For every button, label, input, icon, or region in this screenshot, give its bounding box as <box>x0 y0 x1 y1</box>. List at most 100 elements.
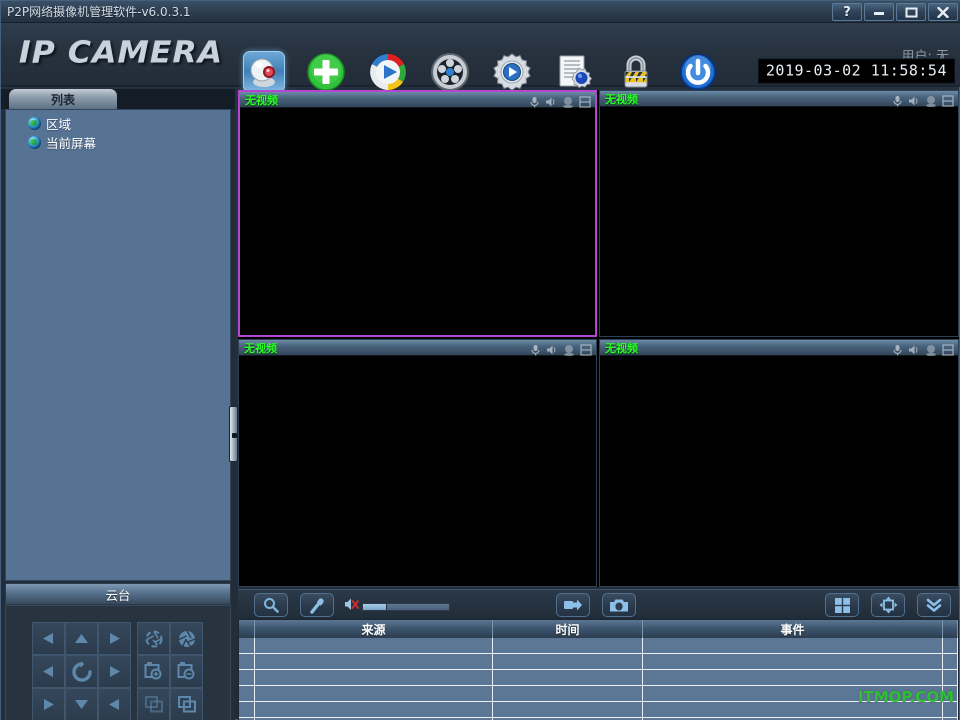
video-cell-1[interactable]: 无视频 <box>238 90 597 337</box>
video-cell-title: 无视频 <box>245 93 278 107</box>
clock-display: 2019-03-02 11:58:54 <box>757 58 955 84</box>
tree-item-current-screen[interactable]: 当前屏幕 <box>12 133 230 152</box>
video-cell-title: 无视频 <box>605 341 638 355</box>
iris-open-button[interactable] <box>137 622 170 655</box>
video-cell-canvas[interactable] <box>600 107 958 336</box>
record-button[interactable] <box>556 593 590 617</box>
table-row[interactable] <box>239 654 958 670</box>
video-cell-canvas[interactable] <box>240 108 595 335</box>
ptz-section-header[interactable]: 云台 <box>5 583 231 605</box>
volume-slider[interactable] <box>362 602 450 611</box>
video-cell-header: 无视频 <box>600 340 958 357</box>
table-row[interactable] <box>239 702 958 718</box>
log-list-icon[interactable] <box>553 51 595 93</box>
ptz-down-right[interactable] <box>98 688 131 720</box>
ptz-left[interactable] <box>32 655 65 688</box>
window-controls: ? <box>832 3 958 21</box>
snapshot-button[interactable] <box>602 593 636 617</box>
video-cell-title: 无视频 <box>605 92 638 106</box>
table-cell <box>643 638 943 654</box>
ptz-direction-pad <box>32 622 131 720</box>
table-cell <box>943 654 958 670</box>
table-cell <box>943 702 958 718</box>
power-icon[interactable] <box>677 51 719 93</box>
bottom-toolbar <box>238 589 959 619</box>
collapse-button[interactable] <box>917 593 951 617</box>
application-window: P2P网络摄像机管理软件-v6.0.3.1 ? IP CAMERA 用户: 无 … <box>0 0 960 720</box>
ptz-up[interactable] <box>65 622 98 655</box>
top-toolbar: IP CAMERA 用户: 无 2019-03-02 11:58:54 <box>1 23 960 93</box>
add-device-icon[interactable] <box>305 51 347 93</box>
table-cell <box>255 670 493 686</box>
zoom-in-button[interactable] <box>170 688 203 720</box>
column-header-time[interactable]: 时间 <box>493 620 643 638</box>
title-bar: P2P网络摄像机管理软件-v6.0.3.1 ? <box>1 1 960 23</box>
tab-list[interactable]: 列表 <box>9 89 117 109</box>
table-row[interactable] <box>239 686 958 702</box>
record-reel-icon[interactable] <box>429 51 471 93</box>
video-cell-header: 无视频 <box>240 92 595 109</box>
globe-icon <box>28 117 41 130</box>
search-button[interactable] <box>254 593 288 617</box>
ptz-right[interactable] <box>98 655 131 688</box>
video-cell-canvas[interactable] <box>600 356 958 586</box>
window-title: P2P网络摄像机管理软件-v6.0.3.1 <box>7 5 191 19</box>
settings-gear-icon[interactable] <box>491 51 533 93</box>
column-header-event[interactable]: 事件 <box>643 620 943 638</box>
iris-close-button[interactable] <box>170 622 203 655</box>
table-cell <box>943 670 958 686</box>
table-cell <box>493 702 643 718</box>
speaker-muted-icon[interactable] <box>344 597 360 616</box>
ptz-up-right[interactable] <box>98 622 131 655</box>
table-cell <box>239 670 255 686</box>
video-cell-header: 无视频 <box>600 91 958 108</box>
layout-grid-button[interactable] <box>825 593 859 617</box>
focus-far-button[interactable] <box>170 655 203 688</box>
event-table[interactable]: 来源 时间 事件 ITMOP.COM <box>238 619 959 720</box>
playback-icon[interactable] <box>367 51 409 93</box>
table-cell <box>239 686 255 702</box>
ptz-down[interactable] <box>65 688 98 720</box>
ptz-auto-scan[interactable] <box>65 655 98 688</box>
table-row[interactable] <box>239 638 958 654</box>
volume-slider-fill <box>363 603 387 610</box>
device-tree[interactable]: 区域 当前屏幕 <box>5 109 231 581</box>
help-button[interactable]: ? <box>832 3 862 21</box>
table-cell <box>255 686 493 702</box>
zoom-out-button[interactable] <box>137 688 170 720</box>
table-row[interactable] <box>239 670 958 686</box>
video-cell-canvas[interactable] <box>239 356 596 586</box>
video-cell-3[interactable]: 无视频 <box>238 339 597 587</box>
event-table-body[interactable] <box>239 638 958 720</box>
toolbar-icon-group <box>243 51 719 93</box>
maximize-button[interactable] <box>896 3 926 21</box>
volume-control[interactable] <box>344 597 450 616</box>
tree-item-area[interactable]: 区域 <box>12 114 230 133</box>
panel-splitter-handle[interactable] <box>229 406 238 462</box>
close-button[interactable] <box>928 3 958 21</box>
column-header-spacer <box>943 620 958 638</box>
ptz-down-left[interactable] <box>32 688 65 720</box>
focus-near-button[interactable] <box>137 655 170 688</box>
table-cell <box>943 638 958 654</box>
table-cell <box>493 638 643 654</box>
video-cell-4[interactable]: 无视频 <box>599 339 959 587</box>
video-cell-2[interactable]: 无视频 <box>599 90 959 337</box>
table-cell <box>239 702 255 718</box>
brand-logo: IP CAMERA <box>19 35 224 71</box>
talk-button[interactable] <box>300 593 334 617</box>
table-cell <box>493 670 643 686</box>
minimize-button[interactable] <box>864 3 894 21</box>
column-header-source[interactable]: 来源 <box>255 620 493 638</box>
ptz-up-left[interactable] <box>32 622 65 655</box>
table-cell <box>255 654 493 670</box>
lock-icon[interactable] <box>615 51 657 93</box>
tree-item-label: 当前屏幕 <box>46 136 97 151</box>
sidebar-tabstrip: 列表 <box>1 89 235 109</box>
left-panel: 列表 区域 当前屏幕 云台 <box>1 89 235 720</box>
fullscreen-button[interactable] <box>871 593 905 617</box>
camera-device-icon[interactable] <box>243 51 285 93</box>
table-cell <box>943 686 958 702</box>
column-header-index[interactable] <box>239 620 255 638</box>
video-grid: 无视频 无视频 无视频 无视频 <box>238 90 959 587</box>
